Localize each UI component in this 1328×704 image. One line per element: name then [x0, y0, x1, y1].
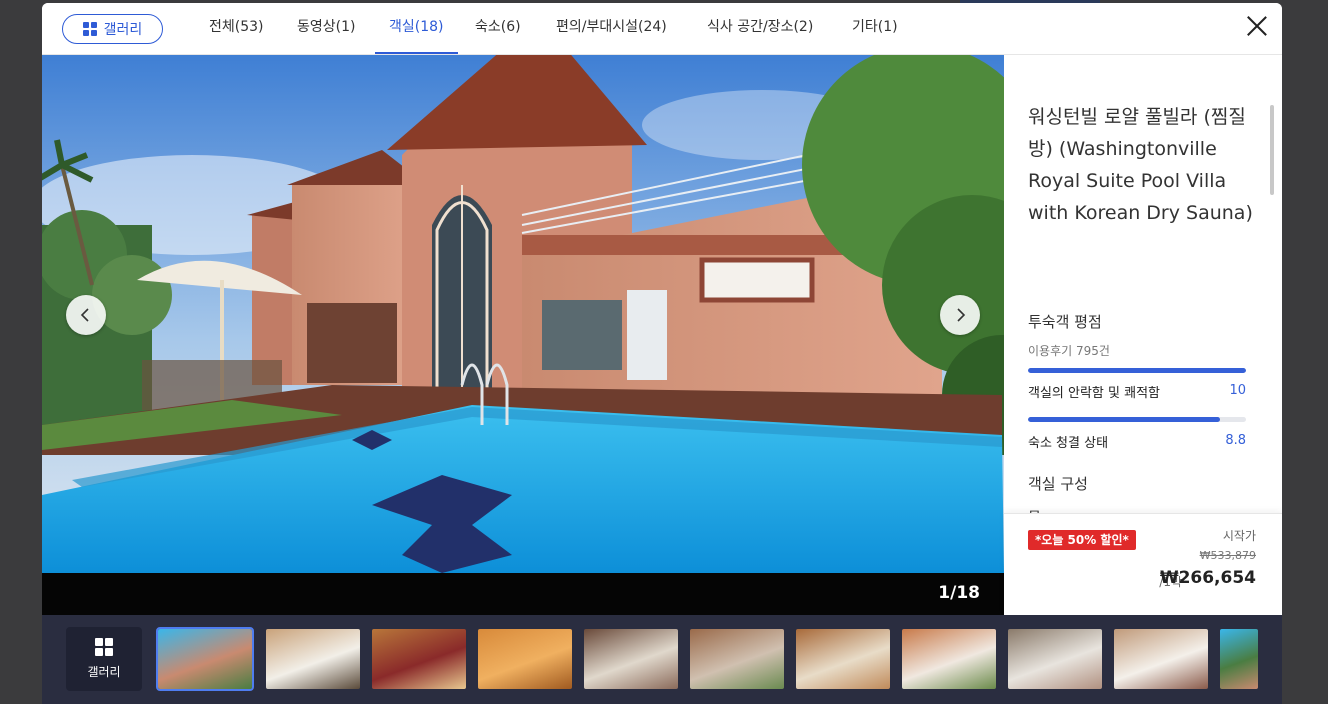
gallery-view-button[interactable]: 갤러리 [62, 14, 163, 44]
prev-photo-button[interactable] [66, 295, 106, 335]
gallery-view-label: 갤러리 [103, 22, 143, 38]
room-composition-title: 객실 구성 [1028, 475, 1088, 493]
thumbnail[interactable] [1220, 629, 1258, 689]
comfort-label: 객실의 안락함 및 쾌적함 [1028, 386, 1160, 401]
comfort-score-fill [1028, 368, 1246, 373]
hotel-name: 워싱턴빌 로얄 풀빌라 (찜질방) (Washingtonville Royal… [1028, 106, 1253, 224]
tab-other[interactable]: 기타(1) [852, 3, 898, 53]
final-price: ₩266,654 [1159, 568, 1256, 588]
thumbnail[interactable] [584, 629, 678, 689]
close-icon[interactable] [1244, 13, 1270, 39]
photo-counter-bar: 1/18 [42, 573, 1004, 615]
guest-rating-title: 투숙객 평점 [1028, 313, 1102, 331]
cleanliness-score-fill [1028, 417, 1220, 422]
cleanliness-value: 8.8 [1225, 433, 1246, 448]
chevron-left-icon [80, 308, 89, 322]
original-price: ₩533,879 [1199, 549, 1256, 562]
thumbnail[interactable] [478, 629, 572, 689]
main-photo [42, 55, 1004, 573]
thumbnail[interactable] [1114, 629, 1208, 689]
property-info-panel[interactable]: 워싱턴빌 로얄 풀빌라 (찜질방) (Washingtonville Royal… [1004, 55, 1282, 513]
gallery-modal: 갤러리 전체(53) 동영상(1) 객실(18) 숙소(6) 편의/부대시설(2… [42, 3, 1282, 704]
tab-rooms[interactable]: 객실(18) [375, 3, 457, 54]
strip-gallery-label: 갤러리 [87, 665, 121, 679]
comfort-value: 10 [1229, 383, 1246, 398]
tab-all[interactable]: 전체(53) [209, 3, 264, 53]
cleanliness-score-bar [1028, 417, 1246, 422]
comfort-score-bar [1028, 368, 1246, 373]
villa-photo [42, 55, 1004, 573]
thumbnail[interactable] [372, 629, 466, 689]
grid-icon [82, 22, 97, 36]
gallery-header: 갤러리 전체(53) 동영상(1) 객실(18) 숙소(6) 편의/부대시설(2… [42, 3, 1282, 55]
tab-property[interactable]: 숙소(6) [475, 3, 521, 53]
grid-icon [95, 638, 113, 656]
thumbnail[interactable] [902, 629, 996, 689]
start-price-label: 시작가 [1222, 529, 1256, 543]
tab-dining[interactable]: 식사 공간/장소(2) [707, 3, 813, 53]
price-box: *오늘 50% 할인* 시작가 ₩533,879 /1박 ₩266,654 [1004, 513, 1282, 615]
thumbnail[interactable] [690, 629, 784, 689]
chevron-right-icon [957, 308, 966, 322]
review-count[interactable]: 이용후기 795건 [1028, 342, 1110, 359]
strip-gallery-button[interactable]: 갤러리 [66, 627, 142, 691]
thumbnail[interactable] [266, 629, 360, 689]
thumbnail[interactable] [156, 627, 254, 691]
cleanliness-label: 숙소 청결 상태 [1028, 436, 1109, 451]
thumbnail[interactable] [1008, 629, 1102, 689]
thumbnail-strip: 갤러리 [42, 615, 1282, 704]
tab-video[interactable]: 동영상(1) [297, 3, 355, 53]
next-photo-button[interactable] [940, 295, 980, 335]
photo-counter: 1/18 [938, 583, 980, 603]
discount-badge: *오늘 50% 할인* [1028, 530, 1136, 550]
panel-scrollbar[interactable] [1270, 105, 1274, 195]
tab-amenities[interactable]: 편의/부대시설(24) [556, 3, 667, 53]
thumbnail[interactable] [796, 629, 890, 689]
